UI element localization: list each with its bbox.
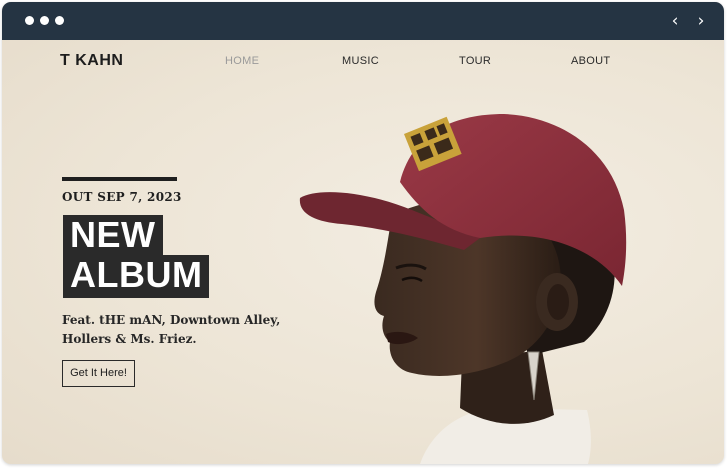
window-dot-icon[interactable] [40,16,49,25]
forward-arrow-icon[interactable]: › [692,11,710,31]
nav-about[interactable]: ABOUT [571,55,610,67]
browser-window: ‹ › T KAHN HOME MUSIC TOUR ABOUT OUT SEP… [2,2,724,464]
nav-home[interactable]: HOME [225,55,259,67]
release-date: OUT SEP 7, 2023 [62,190,182,204]
headline-line-2: ALBUM [63,255,210,298]
website-page: T KAHN HOME MUSIC TOUR ABOUT OUT SEP 7, … [2,40,724,464]
headline-line-1: NEW [63,215,163,255]
get-it-here-button[interactable]: Get It Here! [62,360,135,387]
browser-chrome: ‹ › [2,2,724,40]
nav-tour[interactable]: TOUR [459,55,491,67]
site-logo[interactable]: T KAHN [60,52,123,70]
featuring-text: Feat. tHE mAN, Downtown Alley, Hollers &… [62,313,281,346]
divider-rule [62,177,177,181]
window-dot-icon[interactable] [55,16,64,25]
nav-music[interactable]: MUSIC [342,55,379,67]
window-controls [25,16,64,25]
artist-portrait [299,114,627,464]
window-dot-icon[interactable] [25,16,34,25]
back-arrow-icon[interactable]: ‹ [666,11,684,31]
